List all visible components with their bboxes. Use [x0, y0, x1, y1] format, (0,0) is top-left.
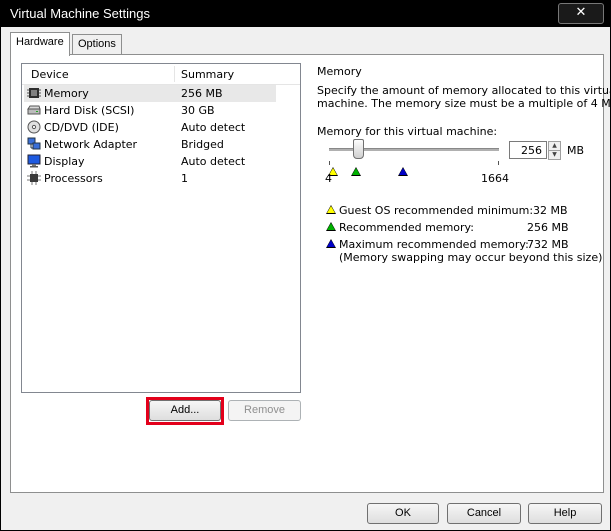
device-summary: Auto detect — [181, 121, 246, 134]
hardware-tab-panel: Device Summary Memory 256 MB Hard Disk (… — [10, 54, 611, 493]
spin-down-button[interactable]: ▼ — [548, 150, 561, 160]
close-icon: ✕ — [575, 5, 587, 20]
device-summary: 256 MB — [181, 87, 223, 100]
recommended-label: Recommended memory: — [339, 221, 474, 234]
guest-min-label: Guest OS recommended minimum: — [339, 204, 534, 217]
device-row-memory[interactable]: Memory 256 MB — [24, 85, 276, 102]
max-recommended-value: 732 MB — [527, 238, 569, 251]
ok-button[interactable]: OK — [367, 503, 439, 524]
memory-unit-label: MB — [567, 144, 585, 157]
device-name: Hard Disk (SCSI) — [44, 104, 135, 117]
memory-field-label: Memory for this virtual machine: — [317, 125, 498, 138]
memory-slider-thumb[interactable] — [353, 139, 364, 159]
device-row-processors[interactable]: Processors 1 — [24, 170, 276, 187]
add-button[interactable]: Add... — [149, 400, 221, 421]
cancel-button[interactable]: Cancel — [447, 503, 521, 524]
memory-value-input[interactable]: 256 — [509, 141, 547, 159]
max-recommended-legend-icon — [326, 239, 336, 248]
device-name: Processors — [44, 172, 103, 185]
display-icon — [27, 154, 41, 168]
device-summary: Bridged — [181, 138, 224, 151]
max-recommended-marker-icon — [398, 167, 408, 176]
device-name: CD/DVD (IDE) — [44, 121, 119, 134]
device-row-network-adapter[interactable]: Network Adapter Bridged — [24, 136, 276, 153]
device-summary: 30 GB — [181, 104, 215, 117]
memory-swap-note: (Memory swapping may occur beyond this s… — [339, 251, 603, 264]
max-recommended-label: Maximum recommended memory: — [339, 238, 529, 251]
device-name: Network Adapter — [44, 138, 138, 151]
slider-max-label: 1664 — [481, 172, 509, 185]
help-button[interactable]: Help — [528, 503, 602, 524]
recommended-marker-icon — [351, 167, 361, 176]
memory-description-line2: machine. The memory size must be a multi… — [317, 97, 611, 110]
tab-options[interactable]: Options — [72, 34, 122, 55]
device-row-display[interactable]: Display Auto detect — [24, 153, 276, 170]
slider-tick — [498, 161, 499, 165]
recommended-legend-icon — [326, 222, 336, 231]
memory-description-line1: Specify the amount of memory allocated t… — [317, 84, 611, 97]
list-header: Device Summary — [22, 64, 300, 85]
slider-min-label: 4 — [325, 172, 332, 185]
tab-hardware[interactable]: Hardware — [10, 32, 70, 56]
device-name: Memory — [44, 87, 89, 100]
memory-spinner: ▲ ▼ — [548, 141, 561, 160]
memory-icon — [27, 88, 41, 98]
device-row-hard-disk[interactable]: Hard Disk (SCSI) 30 GB — [24, 102, 276, 119]
column-header-summary[interactable]: Summary — [181, 68, 234, 81]
device-summary: Auto detect — [181, 155, 246, 168]
title-bar[interactable]: Virtual Machine Settings ✕ — [1, 1, 610, 27]
guest-min-value: 32 MB — [533, 204, 568, 217]
column-header-device[interactable]: Device — [31, 68, 69, 81]
processor-icon — [27, 171, 41, 185]
network-adapter-icon — [27, 137, 41, 150]
guest-min-legend-icon — [326, 205, 336, 214]
cd-dvd-icon — [27, 120, 41, 134]
slider-tick — [329, 161, 330, 165]
settings-window: Virtual Machine Settings ✕ Hardware Opti… — [0, 0, 611, 531]
column-separator — [174, 66, 175, 82]
window-title: Virtual Machine Settings — [10, 6, 150, 21]
remove-button[interactable]: Remove — [228, 400, 301, 421]
device-list[interactable]: Device Summary Memory 256 MB Hard Disk (… — [21, 63, 301, 393]
device-name: Display — [44, 155, 85, 168]
recommended-value: 256 MB — [527, 221, 569, 234]
hard-disk-icon — [27, 105, 41, 115]
device-summary: 1 — [181, 172, 188, 185]
close-button[interactable]: ✕ — [558, 3, 604, 24]
memory-heading: Memory — [317, 65, 362, 78]
device-row-cd-dvd[interactable]: CD/DVD (IDE) Auto detect — [24, 119, 276, 136]
